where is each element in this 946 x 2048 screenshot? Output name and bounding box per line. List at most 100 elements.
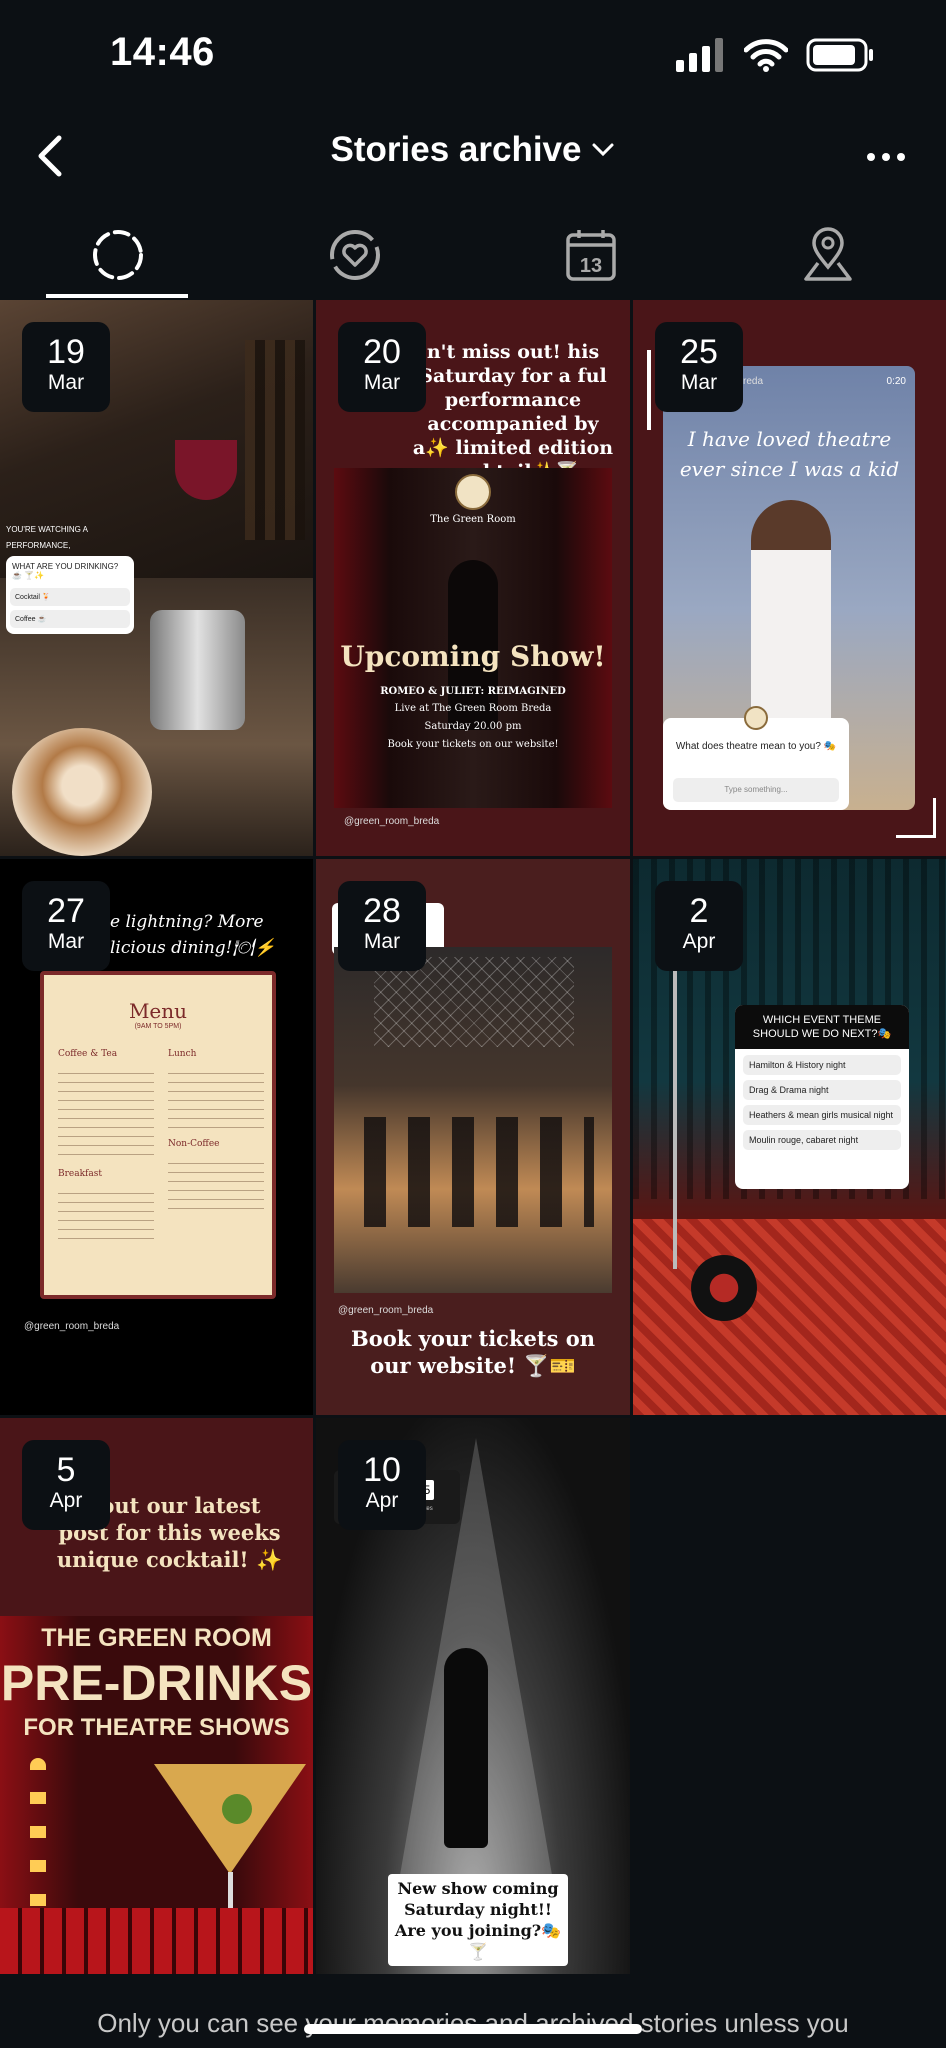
show-title: Upcoming Show! — [340, 640, 606, 673]
poll-sticker: WHICH EVENT THEME SHOULD WE DO NEXT?🎭 Ha… — [735, 1005, 909, 1189]
promo-line: PRE-DRINKS — [0, 1655, 313, 1711]
question-sticker: What does theatre mean to you? 🎭 Type so… — [663, 706, 849, 810]
video-account: reda — [743, 376, 764, 387]
date-badge: 25 Mar — [655, 322, 743, 412]
date-day: 27 — [47, 892, 85, 930]
frame-corner — [896, 798, 936, 838]
menu-title: Menu — [128, 999, 188, 1023]
poll-question: YOU'RE WATCHING A PERFORMANCE, — [6, 522, 134, 554]
map-pin-icon — [804, 227, 852, 281]
theatre-seats — [0, 1908, 313, 1974]
status-time: 14:46 — [110, 30, 215, 74]
people-silhouettes — [364, 1117, 594, 1227]
story-caption: e lightning? More licious dining!🍽⚡ — [110, 912, 276, 958]
archive-type-selector[interactable]: Stories archive — [0, 130, 946, 170]
date-day: 19 — [47, 333, 85, 371]
header: Stories archive — [0, 110, 946, 202]
menu-column: Coffee & Tea Breakfast — [58, 1049, 154, 1245]
date-badge: 28 Mar — [338, 881, 426, 971]
more-horizontal-icon — [867, 153, 905, 161]
date-badge: 27 Mar — [22, 881, 110, 971]
date-month: Apr — [682, 930, 716, 953]
rug-shape — [633, 1219, 946, 1415]
venue-name: The Green Room — [430, 514, 516, 525]
battery-icon — [806, 38, 873, 72]
poll-question: WHICH EVENT THEME SHOULD WE DO NEXT?🎭 — [735, 1005, 909, 1049]
date-badge: 19 Mar — [22, 322, 110, 412]
date-month: Mar — [680, 371, 718, 394]
poll-option: Drag & Drama night — [743, 1080, 901, 1100]
poll-question-line: YOU'RE WATCHING A PERFORMANCE, — [6, 525, 88, 550]
poll-option: Hamilton & History night — [743, 1055, 901, 1075]
tab-highlights[interactable] — [237, 210, 474, 300]
story-tile[interactable]: e lightning? More licious dining!🍽⚡ Menu… — [0, 859, 313, 1415]
cellular-signal-icon — [676, 38, 723, 72]
quote-text: I have loved theatre ever since I was a … — [679, 427, 900, 481]
question-text: What does theatre mean to you? 🎭 — [675, 741, 837, 752]
tab-map[interactable] — [710, 210, 946, 300]
video-time: 0:20 — [886, 376, 906, 387]
promo-line: THE GREEN ROOM — [41, 1624, 272, 1652]
wifi-icon — [744, 39, 788, 72]
date-day: 20 — [363, 333, 401, 371]
show-detail-line: ROMEO & JULIET: REIMAGINED — [380, 686, 566, 697]
chevron-down-icon — [592, 143, 614, 157]
story-tile[interactable]: 0 1 0 2 4 5 days hours minutes New show … — [316, 1418, 630, 1974]
active-tab-indicator — [46, 294, 188, 298]
bottles-shape — [245, 340, 305, 540]
tab-calendar[interactable]: 13 — [473, 210, 710, 300]
answer-field: Type something... — [673, 778, 839, 802]
date-badge: 10 Apr — [338, 1440, 426, 1530]
archive-tabs: 13 — [0, 210, 946, 300]
latte-cup-shape — [12, 728, 152, 856]
poll-option: Coffee ☕ — [10, 610, 130, 628]
show-detail-line: Saturday 20.00 pm — [424, 721, 522, 732]
frame-corner — [647, 350, 651, 430]
account-handle: @green_room_breda — [338, 1305, 434, 1316]
date-badge: 5 Apr — [22, 1440, 110, 1530]
more-options-button[interactable] — [856, 132, 916, 182]
date-month: Apr — [365, 1489, 399, 1512]
poll-option: Moulin rouge, cabaret night — [743, 1130, 901, 1150]
story-tile[interactable]: reda 0:20 I have loved theatre ever sinc… — [633, 300, 946, 856]
svg-text:13: 13 — [580, 255, 602, 277]
poll-options: Hamilton & History night Drag & Drama ni… — [735, 1049, 909, 1156]
performer-silhouette — [444, 1648, 488, 1848]
menu-lines — [58, 1065, 154, 1155]
menu-column: Lunch Non-Coffee — [168, 1049, 264, 1215]
question-avatar — [744, 706, 768, 730]
page-title: Stories archive — [330, 130, 582, 169]
menu-lines — [168, 1155, 264, 1215]
show-detail-line: Live at The Green Room Breda — [394, 703, 552, 714]
date-month: Apr — [49, 1489, 83, 1512]
olive-shape — [222, 1794, 252, 1824]
poll-option: Heathers & mean girls musical night — [743, 1105, 901, 1125]
story-tile[interactable]: YOU'RE WATCHING A PERFORMANCE, WHAT ARE … — [0, 300, 313, 856]
calendar-icon: 13 — [566, 230, 616, 281]
stage-lights — [30, 1758, 46, 1918]
menu-section-title: Breakfast — [58, 1169, 102, 1179]
story-tile[interactable]: k out our latest post for this weeks uni… — [0, 1418, 313, 1974]
stories-ring-icon — [93, 230, 144, 280]
menu-section-title: Non-Coffee — [168, 1139, 220, 1149]
wine-glass-shape — [175, 440, 237, 500]
menu-hours: (9AM TO 5PM) — [134, 1023, 182, 1030]
milk-jug-shape — [150, 610, 245, 730]
menu-card: Menu (9AM TO 5PM) Coffee & Tea Breakfast… — [40, 971, 276, 1299]
story-tile[interactable]: n't miss out! his Saturday for a ful per… — [316, 300, 630, 856]
logo-seal — [455, 474, 491, 510]
status-bar: 14:46 — [0, 0, 946, 110]
account-handle: @green_room_breda — [24, 1321, 120, 1332]
date-month: Mar — [47, 930, 85, 953]
story-caption: New show coming Saturday night!! Are you… — [388, 1874, 568, 1966]
home-indicator[interactable] — [304, 2024, 642, 2034]
menu-section-title: Coffee & Tea — [58, 1049, 118, 1059]
promo-line: FOR THEATRE SHOWS — [23, 1714, 290, 1741]
story-tile[interactable]: No @green_room_breda Book your tickets o… — [316, 859, 630, 1415]
status-icons — [676, 38, 876, 72]
heart-circle-icon — [329, 230, 380, 280]
vinyl-badge — [691, 1255, 757, 1321]
tab-stories[interactable] — [0, 210, 237, 300]
story-tile[interactable]: WHICH EVENT THEME SHOULD WE DO NEXT?🎭 Ha… — [633, 859, 946, 1415]
date-month: Mar — [363, 371, 401, 394]
